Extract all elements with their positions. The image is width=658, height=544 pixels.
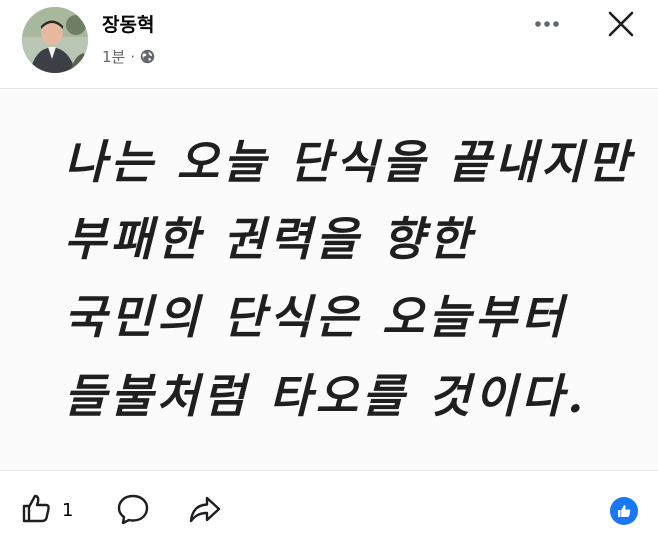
comment-icon (116, 492, 150, 530)
share-icon (188, 492, 222, 530)
share-button[interactable] (188, 492, 222, 530)
avatar-photo (22, 7, 88, 73)
like-count: 1 (62, 499, 74, 521)
calligraphy-line: 들불처럼 타오를 것이다. (64, 369, 588, 423)
like-button[interactable]: 1 (20, 492, 73, 528)
calligraphy-line: 나는 오늘 단식을 끝내지만 (64, 135, 634, 189)
post-actions: 1 (0, 472, 658, 544)
author-name[interactable]: 장동혁 (102, 10, 154, 37)
more-options-icon[interactable] (532, 12, 562, 36)
comment-button[interactable] (116, 492, 150, 530)
calligraphy-line: 부패한 권력을 향한 (64, 212, 475, 266)
meta-separator: · (130, 47, 136, 66)
post-header: 장동혁 1분 · (0, 0, 658, 88)
globe-icon[interactable] (140, 49, 155, 64)
post-meta: 1분 · (102, 46, 155, 67)
close-icon[interactable] (606, 9, 636, 39)
thumbs-up-icon (20, 492, 52, 528)
avatar[interactable] (22, 7, 88, 73)
post-time[interactable]: 1분 (102, 46, 125, 67)
like-reaction-icon[interactable] (610, 497, 638, 525)
divider (0, 470, 658, 471)
post-image[interactable]: 나는 오늘 단식을 끝내지만 부패한 권력을 향한 국민의 단식은 오늘부터 들… (0, 89, 658, 470)
calligraphy-line: 국민의 단식은 오늘부터 (64, 290, 568, 344)
